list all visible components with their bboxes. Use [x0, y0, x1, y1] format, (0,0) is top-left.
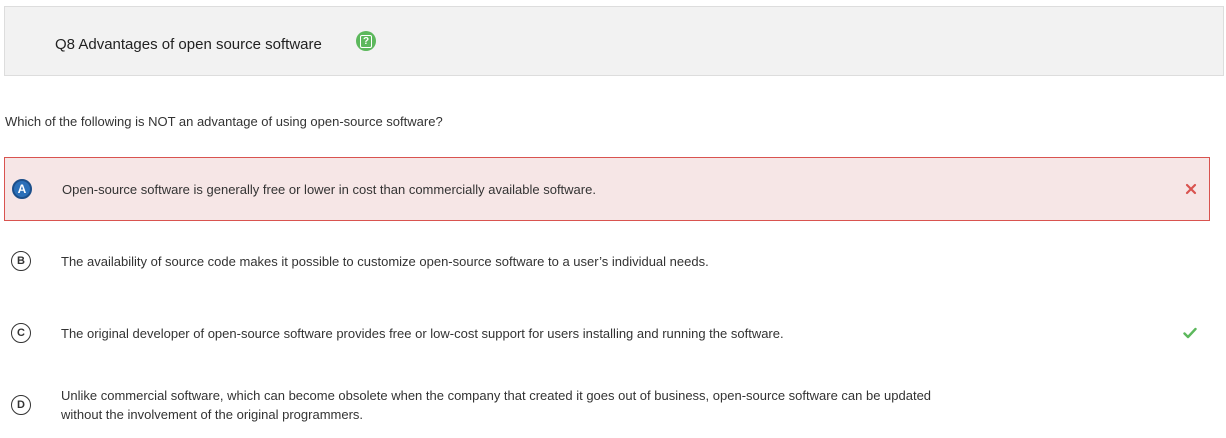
option-letter-c: C: [11, 323, 31, 343]
help-glyph: ?: [360, 34, 372, 48]
help-icon[interactable]: ?: [356, 31, 376, 51]
option-text-d-line2: without the involvement of the original …: [61, 407, 364, 422]
answer-option-a[interactable]: A Open-source software is generally free…: [4, 157, 1210, 221]
option-letter-d: D: [11, 395, 31, 415]
option-letter-a: A: [12, 179, 32, 199]
option-text-d-line1: Unlike commercial software, which can be…: [61, 388, 932, 403]
check-icon: [1180, 323, 1200, 343]
question-prompt: Which of the following is NOT an advanta…: [5, 114, 443, 129]
answer-option-b[interactable]: B The availability of source code makes …: [4, 244, 1210, 280]
option-text-b: The availability of source code makes it…: [61, 254, 709, 269]
question-title: Q8 Advantages of open source software: [55, 36, 322, 53]
question-header: Q8 Advantages of open source software ?: [4, 6, 1224, 76]
option-text-c: The original developer of open-source so…: [61, 326, 784, 341]
x-icon: [1181, 179, 1201, 199]
option-letter-b: B: [11, 251, 31, 271]
option-text-a: Open-source software is generally free o…: [62, 182, 596, 197]
answer-option-d[interactable]: D Unlike commercial software, which can …: [4, 384, 1210, 430]
answer-option-c[interactable]: C The original developer of open-source …: [4, 316, 1210, 352]
option-text-d: Unlike commercial software, which can be…: [61, 386, 931, 424]
